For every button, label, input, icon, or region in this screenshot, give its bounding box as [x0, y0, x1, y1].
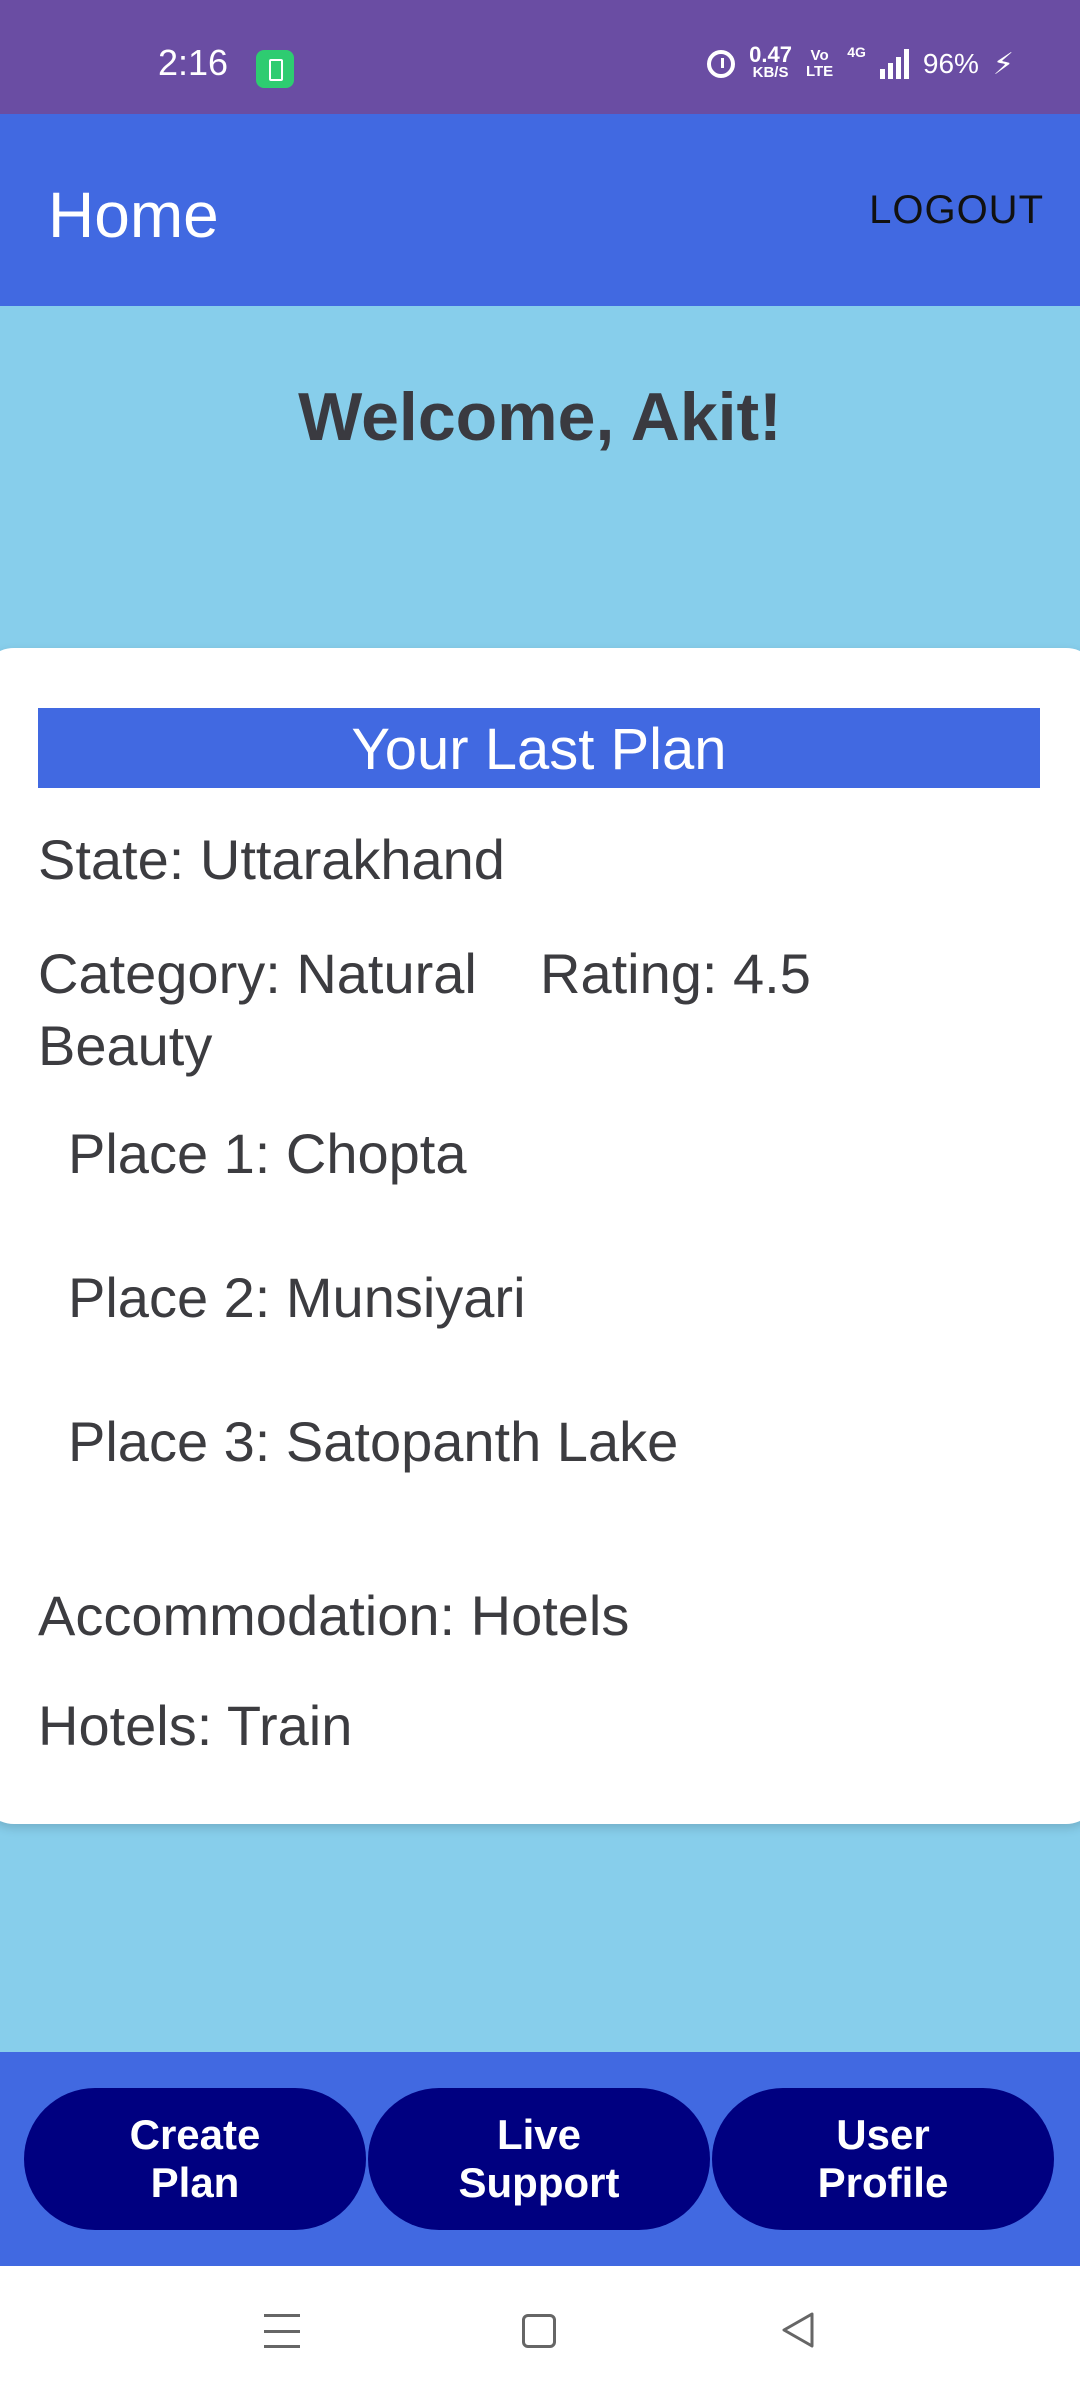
- plan-hotels: Hotels: Train: [38, 1694, 353, 1757]
- live-support-label-line1: Live: [496, 2111, 582, 2158]
- plan-place-3: Place 3: Satopanth Lake: [68, 1410, 679, 1473]
- volte-bottom: LTE: [805, 63, 834, 80]
- home-nav-icon[interactable]: [522, 2314, 556, 2348]
- app-bar: Home LOGOUT: [0, 114, 1080, 306]
- status-time: 2:16: [158, 42, 229, 83]
- network-type: 4G: [847, 44, 866, 60]
- network-speed: 0.47 KB/S: [749, 42, 792, 82]
- status-indicators: 0.47 KB/S Vo LTE 4G 96% ⚡: [707, 44, 1014, 84]
- live-support-label-line2: Support: [458, 2159, 620, 2206]
- app-notification-icon: [256, 50, 294, 88]
- battery-percentage: 96%: [922, 48, 979, 79]
- signal-icon: [879, 49, 909, 79]
- create-plan-label-line2: Plan: [150, 2159, 240, 2206]
- volte-indicator: Vo LTE: [806, 48, 833, 80]
- live-support-button[interactable]: Live Support: [368, 2088, 710, 2230]
- back-nav-icon[interactable]: [778, 2310, 818, 2350]
- plan-state: State: Uttarakhand: [38, 828, 505, 891]
- user-profile-label-line2: Profile: [817, 2159, 949, 2206]
- network-speed-unit: KB/S: [752, 64, 789, 81]
- bottom-action-bar: Create Plan Live Support User Profile: [0, 2052, 1080, 2266]
- page-title: Home: [48, 179, 219, 251]
- create-plan-label-line1: Create: [129, 2111, 261, 2158]
- user-profile-button[interactable]: User Profile: [712, 2088, 1054, 2230]
- plan-rating: Rating: 4.5: [540, 942, 811, 1005]
- alarm-icon: [707, 50, 736, 78]
- recent-apps-icon[interactable]: [264, 2314, 300, 2348]
- last-plan-header: Your Last Plan: [38, 708, 1040, 788]
- user-profile-label-line1: User: [836, 2111, 930, 2158]
- system-navigation-bar: [0, 2266, 1080, 2400]
- network-speed-value: 0.47: [749, 42, 792, 67]
- logout-button[interactable]: LOGOUT: [869, 188, 1044, 233]
- plan-accommodation: Accommodation: Hotels: [38, 1584, 630, 1647]
- home-screen: 2:16 0.47 KB/S Vo LTE 4G 96% ⚡ Home LOGO…: [0, 0, 1080, 2400]
- volte-top: Vo: [810, 47, 829, 64]
- status-bar: 2:16 0.47 KB/S Vo LTE 4G 96% ⚡: [0, 0, 1080, 114]
- create-plan-button[interactable]: Create Plan: [24, 2088, 366, 2230]
- welcome-message: Welcome, Akit!: [298, 379, 782, 455]
- last-plan-card: Your Last Plan State: Uttarakhand Catego…: [0, 648, 1080, 1824]
- plan-category: Category: Natural Beauty: [38, 942, 477, 1077]
- plan-place-2: Place 2: Munsiyari: [68, 1266, 526, 1329]
- plan-place-1: Place 1: Chopta: [68, 1122, 467, 1185]
- charging-bolt-icon: ⚡: [992, 47, 1014, 81]
